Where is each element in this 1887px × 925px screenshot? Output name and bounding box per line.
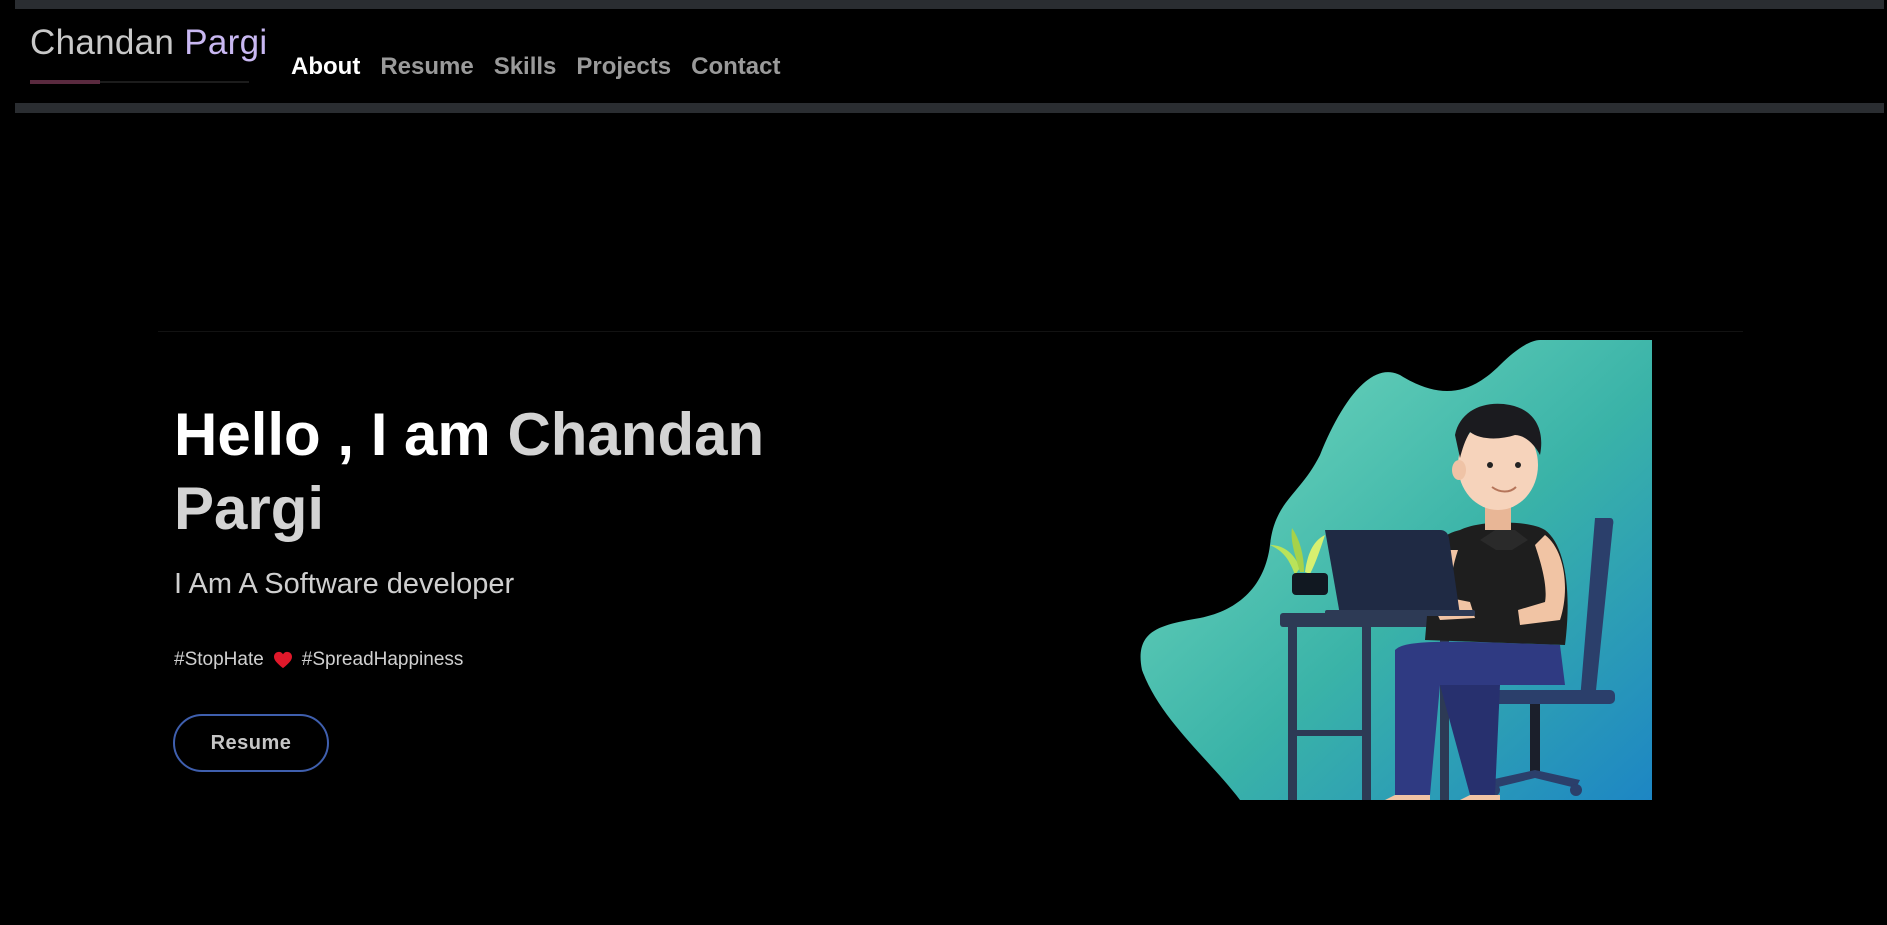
brand-logo[interactable]: Chandan Pargi bbox=[30, 23, 267, 63]
navbar: Chandan Pargi About Resume Skills Projec… bbox=[15, 9, 1884, 103]
hero-divider bbox=[158, 331, 1743, 332]
nav-link-contact[interactable]: Contact bbox=[691, 53, 780, 81]
developer-illustration bbox=[1140, 340, 1652, 800]
heart-icon bbox=[273, 651, 292, 669]
top-strip bbox=[15, 0, 1884, 9]
nav-links: About Resume Skills Projects Contact bbox=[291, 53, 800, 81]
hashtag-spread-happiness: #SpreadHappiness bbox=[301, 649, 464, 670]
resume-button[interactable]: Resume bbox=[173, 714, 329, 772]
hero-subtitle: I Am A Software developer bbox=[174, 568, 515, 600]
brand-last-name: Pargi bbox=[184, 23, 268, 62]
brand-underline bbox=[30, 80, 249, 84]
hashtags: #StopHate #SpreadHappiness bbox=[174, 649, 463, 671]
hero-title-prefix: Hello , I am bbox=[174, 401, 508, 468]
nav-link-skills[interactable]: Skills bbox=[494, 53, 557, 81]
nav-link-about[interactable]: About bbox=[291, 53, 360, 81]
brand-first-name: Chandan bbox=[30, 23, 185, 62]
nav-link-projects[interactable]: Projects bbox=[576, 53, 671, 81]
hero-title: Hello , I am Chandan Pargi bbox=[174, 398, 874, 546]
hashtag-stop-hate: #StopHate bbox=[174, 649, 264, 670]
brand-underline-accent bbox=[30, 80, 100, 84]
navbar-bottom-border bbox=[15, 103, 1884, 113]
nav-link-resume[interactable]: Resume bbox=[380, 53, 473, 81]
